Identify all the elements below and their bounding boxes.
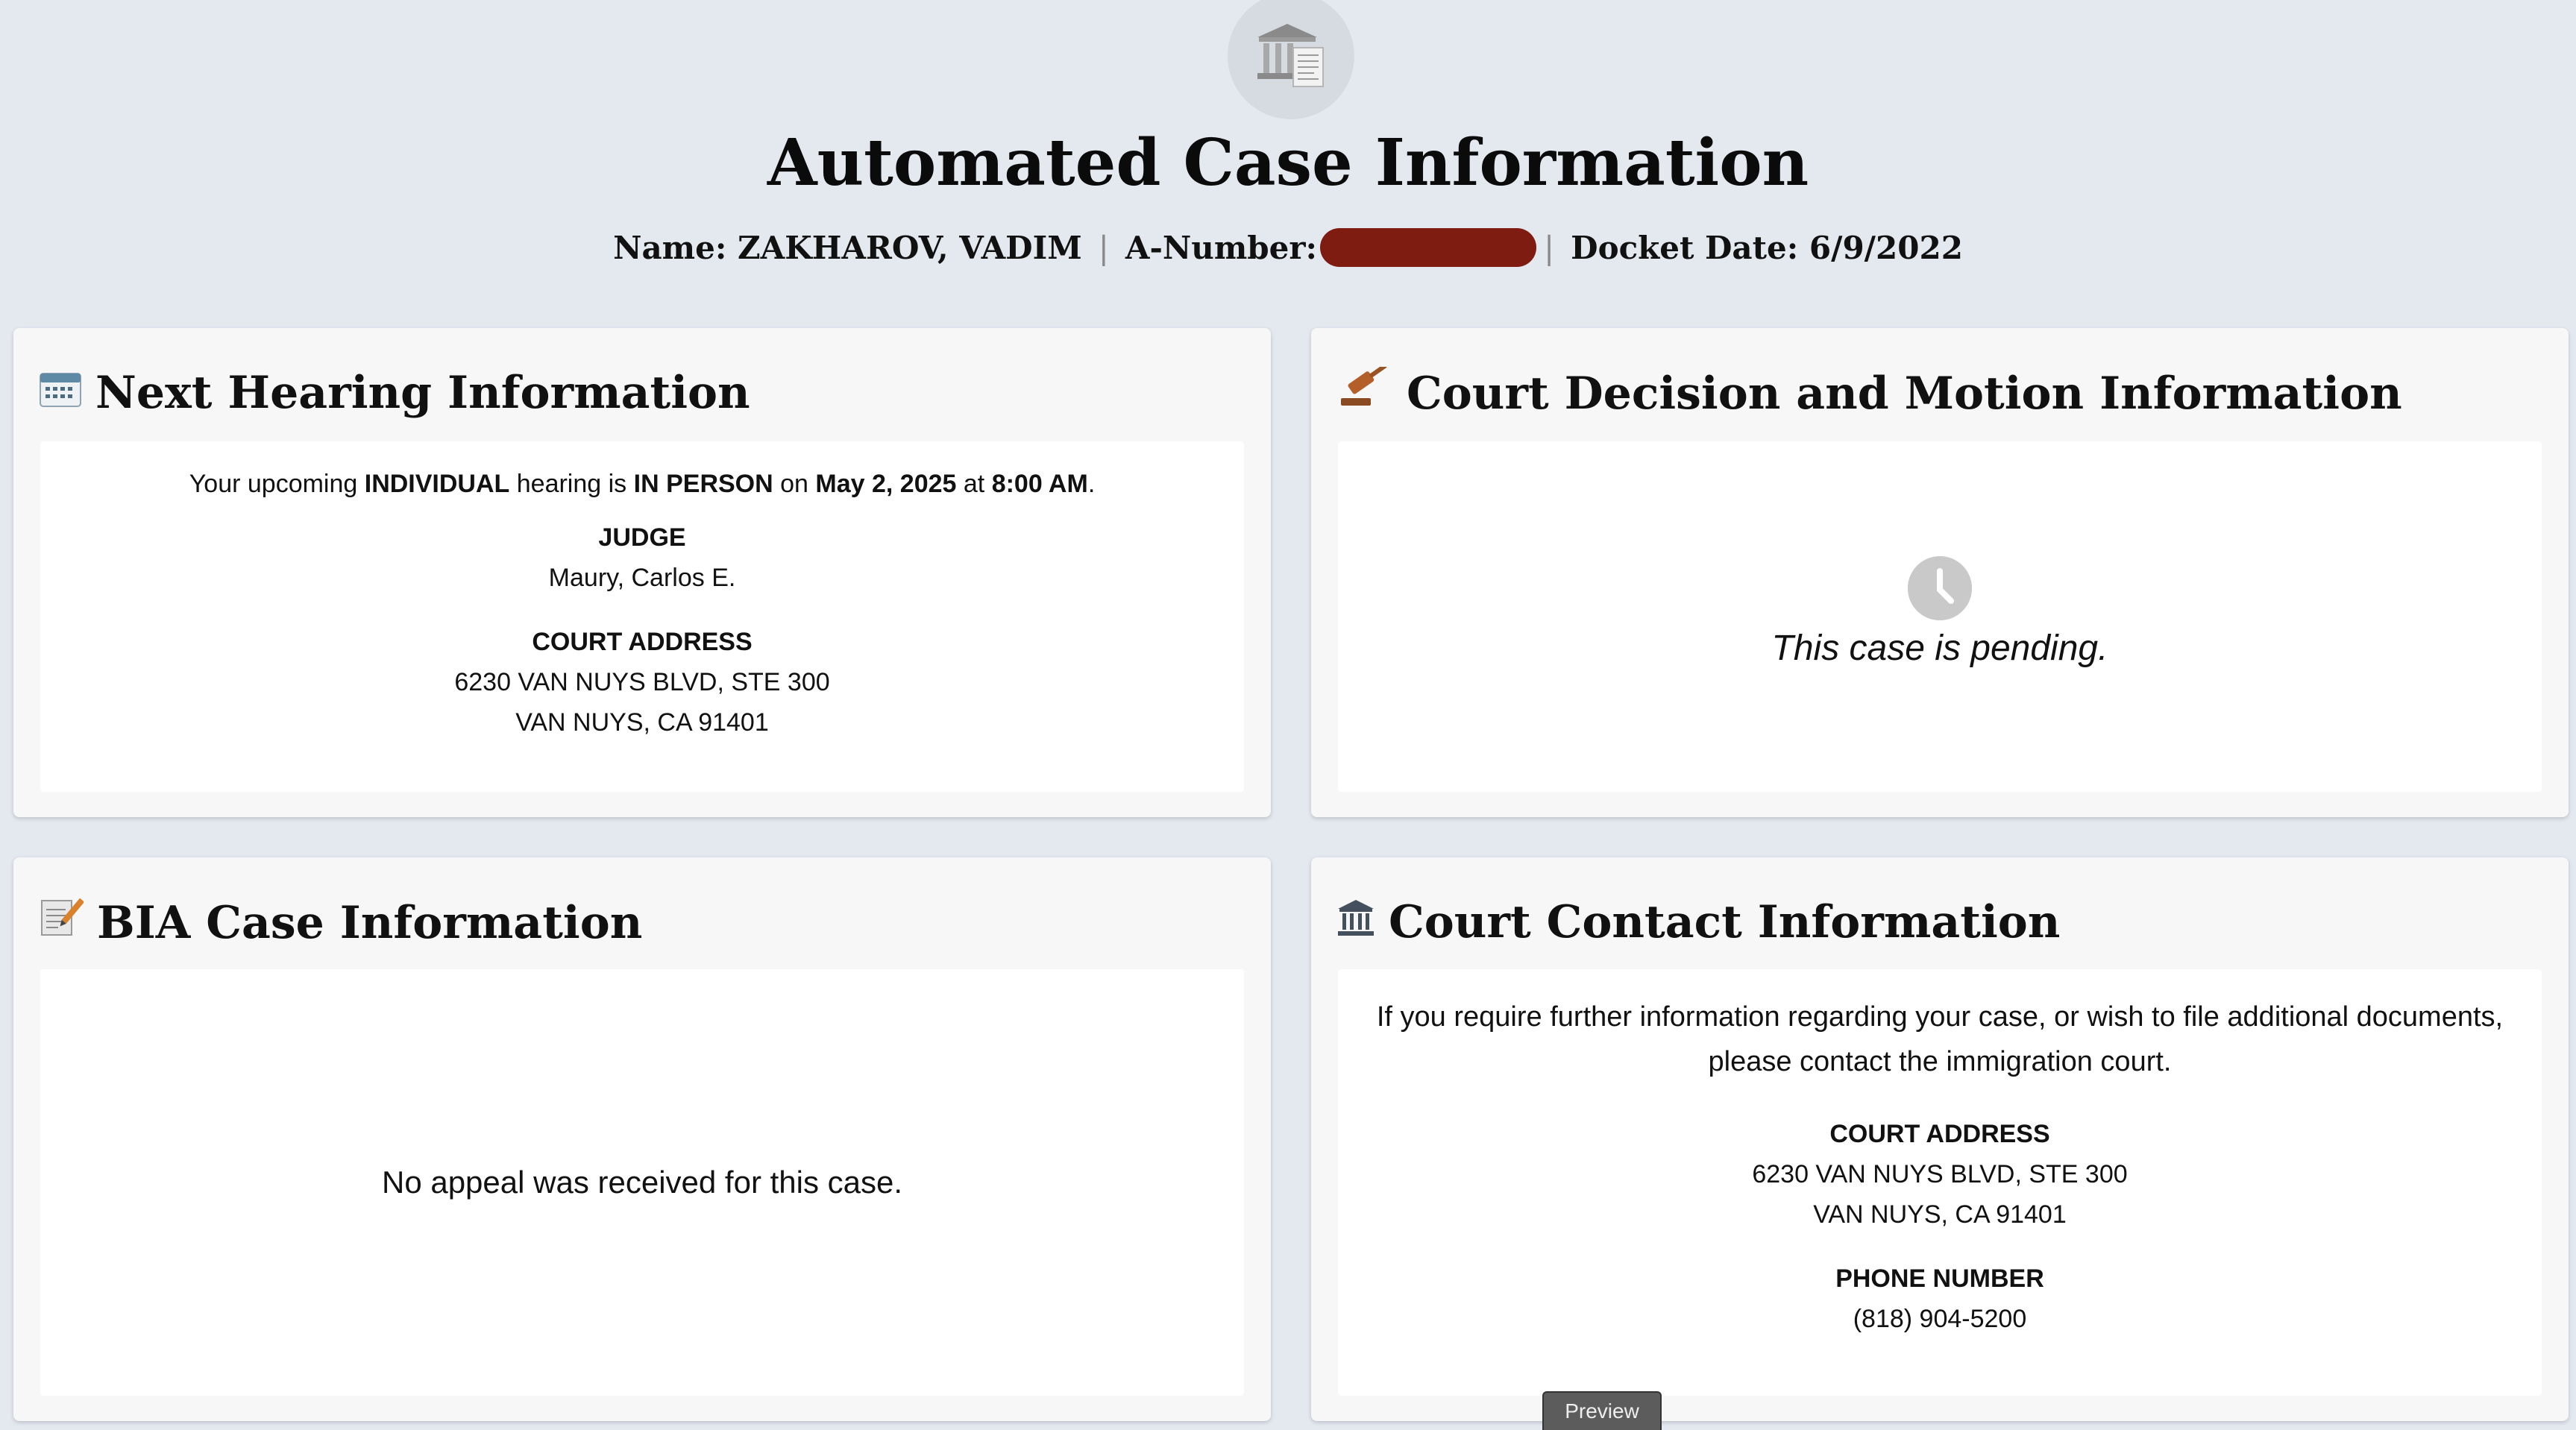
separator: | [1543,229,1555,266]
courthouse-document-icon [1228,0,1354,119]
bia-case-title: BIA Case Information [39,896,642,949]
court-decision-title: Court Decision and Motion Information [1336,364,2402,420]
case-meta-line: Name: ZAKHAROV, VADIM | A-Number: | Dock… [0,228,2576,267]
card-title-text: Court Contact Information [1389,896,2061,948]
pending-status-text: This case is pending. [1771,629,2108,668]
hearing-mode: IN PERSON [633,470,773,498]
page-title: Automated Case Information [767,125,1809,201]
courthouse-icon [1336,896,1375,948]
phone-number-label: PHONE NUMBER [1835,1264,2044,1293]
name-value: ZAKHAROV, VADIM [737,229,1082,266]
card-title-text: Next Hearing Information [95,367,750,419]
next-hearing-card: Next Hearing Information Your upcoming I… [13,328,1271,817]
name-label: Name: [613,229,727,266]
preview-tab[interactable]: Preview [1542,1391,1662,1430]
court-address-label: COURT ADDRESS [1829,1120,2050,1148]
memo-icon [39,896,85,949]
gavel-icon [1336,364,1393,420]
separator: | [1098,229,1109,266]
judge-label: JUDGE [598,523,686,552]
docket-value: 6/9/2022 [1809,229,1963,266]
court-address-label: COURT ADDRESS [532,628,753,656]
a-number-label: A-Number: [1125,229,1317,266]
clock-icon [1908,556,1972,620]
contact-intro-line2: please contact the immigration court. [1708,1046,2172,1077]
hearing-date: May 2, 2025 [815,470,957,498]
card-title-text: BIA Case Information [97,896,643,949]
bia-case-card: BIA Case Information No appeal was recei… [13,857,1271,1421]
court-contact-card: Court Contact Information If you require… [1311,857,2569,1421]
court-contact-title: Court Contact Information [1336,896,2060,948]
court-address-line2: VAN NUYS, CA 91401 [515,708,769,737]
court-address-line1: 6230 VAN NUYS BLVD, STE 300 [1752,1160,2128,1188]
a-number-redaction [1319,228,1536,267]
bia-case-body: No appeal was received for this case. [40,969,1244,1396]
court-decision-body: This case is pending. [1338,441,2542,792]
card-title-text: Court Decision and Motion Information [1407,367,2402,420]
hearing-time: 8:00 AM [991,470,1088,498]
next-hearing-title: Next Hearing Information [39,367,750,419]
calendar-icon [39,367,82,419]
docket-label: Docket Date: [1571,229,1799,266]
court-contact-body: If you require further information regar… [1338,969,2542,1396]
court-address-line1: 6230 VAN NUYS BLVD, STE 300 [454,668,830,696]
phone-number-value: (818) 904-5200 [1853,1305,2027,1333]
hearing-summary: Your upcoming INDIVIDUAL hearing is IN P… [189,470,1096,498]
next-hearing-body: Your upcoming INDIVIDUAL hearing is IN P… [40,441,1244,792]
page-header: Automated Case Information Name: ZAKHARO… [0,0,2576,313]
court-decision-card: Court Decision and Motion Information Th… [1311,328,2569,817]
hearing-type: INDIVIDUAL [364,470,510,498]
judge-name: Maury, Carlos E. [548,564,736,592]
no-appeal-message: No appeal was received for this case. [381,1165,903,1200]
court-address-line2: VAN NUYS, CA 91401 [1813,1200,2067,1229]
contact-intro-line1: If you require further information regar… [1376,1001,2504,1033]
